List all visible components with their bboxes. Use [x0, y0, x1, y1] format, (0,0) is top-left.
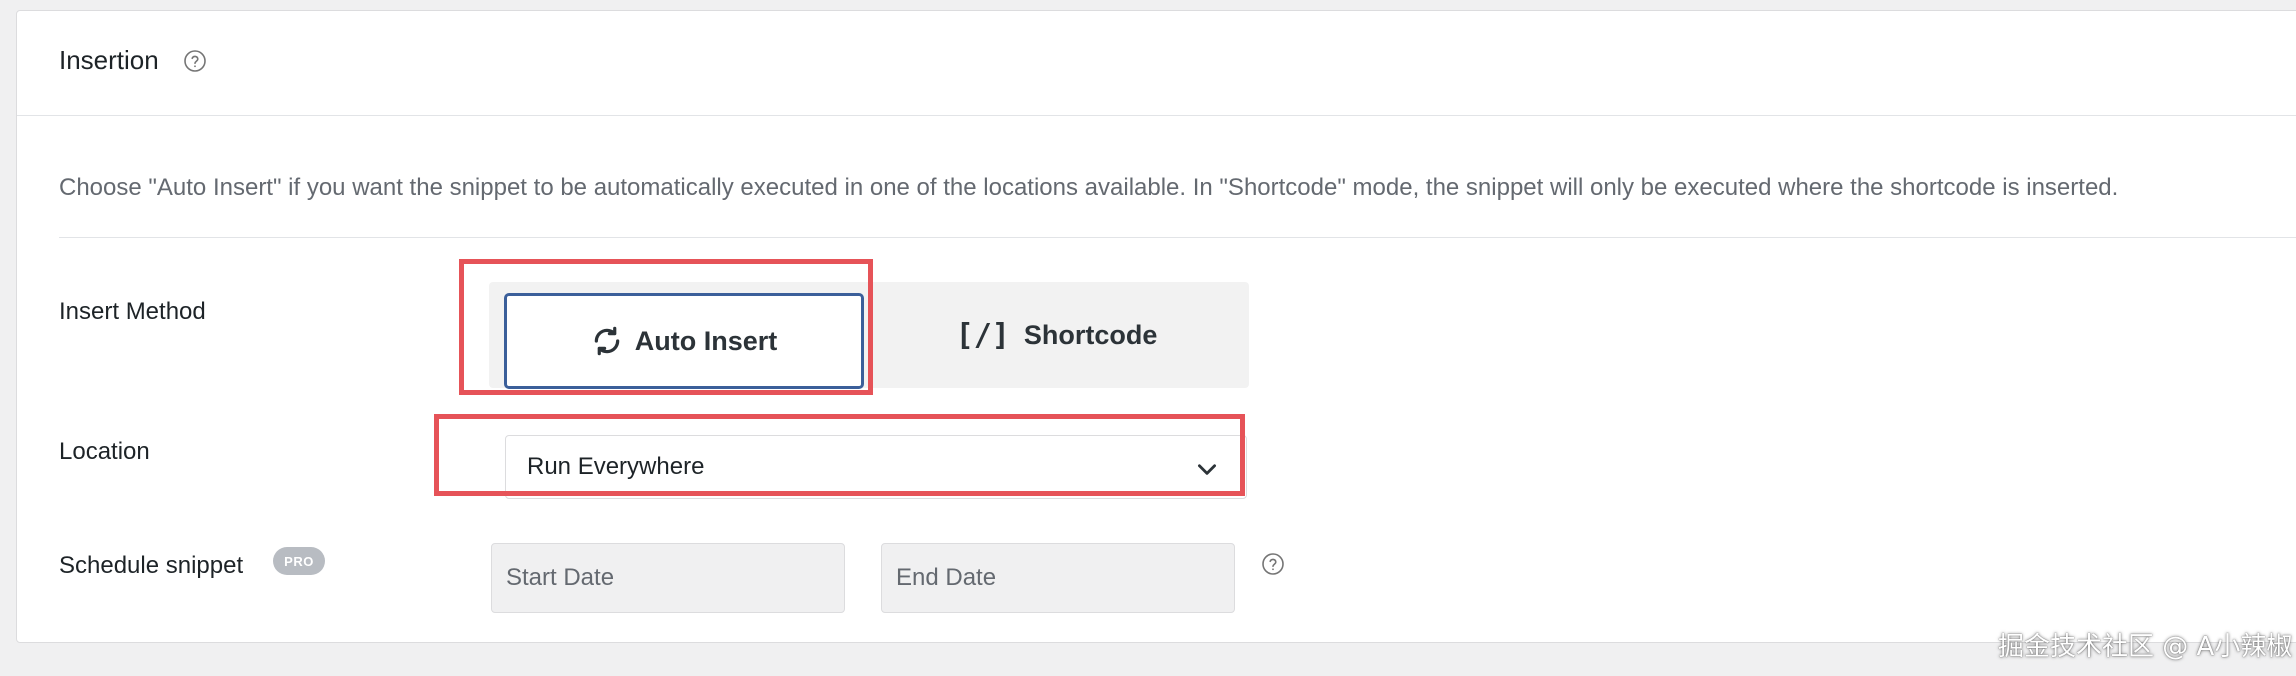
schedule-help-icon[interactable]: [1261, 552, 1285, 576]
pro-badge: PRO: [273, 547, 325, 575]
start-date-input[interactable]: [491, 543, 845, 613]
location-highlight: [434, 414, 1245, 496]
insertion-panel: Insertion Choose "Auto Insert" if you wa…: [16, 10, 2296, 643]
watermark: 掘金技术社区 @ A小辣椒: [1998, 632, 2293, 662]
schedule-label: Schedule snippet: [59, 552, 244, 579]
panel-title: Insertion: [59, 45, 159, 75]
insert-method-label: Insert Method: [59, 298, 206, 325]
location-label: Location: [59, 438, 150, 465]
shortcode-button[interactable]: [/] Shortcode: [864, 282, 1249, 388]
auto-insert-highlight: [459, 259, 873, 395]
shortcode-label: Shortcode: [1023, 319, 1158, 350]
insertion-description: Choose "Auto Insert" if you want the sni…: [59, 174, 2119, 201]
help-icon[interactable]: [183, 49, 207, 73]
end-date-input[interactable]: [881, 543, 1235, 613]
shortcode-icon: [/]: [955, 317, 1010, 353]
panel-header: Insertion: [17, 11, 2296, 116]
divider: [59, 237, 2296, 238]
